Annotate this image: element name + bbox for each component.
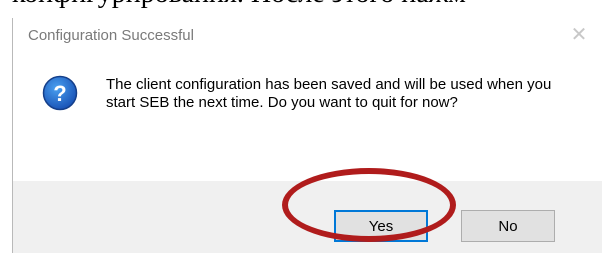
close-icon[interactable]: ✕	[569, 25, 589, 45]
dialog-message: The client configuration has been saved …	[106, 76, 552, 111]
background-document-text: конфигурирования. После этого нажм	[12, 0, 466, 10]
message-dialog: Configuration Successful ✕ ? The client …	[12, 18, 602, 253]
dialog-title: Configuration Successful	[28, 27, 194, 44]
svg-text:?: ?	[53, 81, 66, 106]
question-icon: ?	[42, 75, 78, 111]
dialog-button-bar: Yes No	[13, 181, 602, 253]
no-button[interactable]: No	[461, 210, 555, 242]
dialog-titlebar: Configuration Successful ✕	[13, 18, 602, 50]
yes-button[interactable]: Yes	[334, 210, 428, 242]
dialog-content	[13, 56, 602, 181]
